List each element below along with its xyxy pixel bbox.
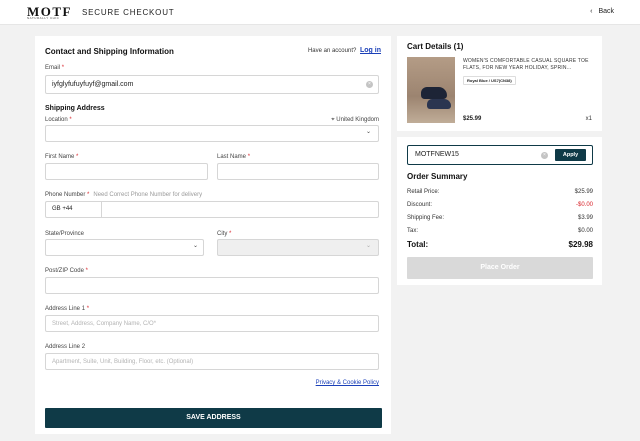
- coupon-value: MOTFNEW15: [415, 151, 459, 158]
- email-value: iyfglyfufuyfuyf@gmail.com: [52, 81, 134, 88]
- shoe-shape: [427, 99, 451, 109]
- address2-field[interactable]: Apartment, Suite, Unit, Building, Floor,…: [45, 353, 379, 370]
- back-button[interactable]: ‹ Back: [590, 8, 614, 15]
- location-label: Location *: [45, 117, 72, 123]
- address1-label-text: Address Line 1: [45, 306, 86, 312]
- cart-title: Cart Details (1): [407, 42, 464, 51]
- save-address-button[interactable]: SAVE ADDRESS: [45, 408, 382, 428]
- email-label: Email *: [45, 65, 64, 71]
- last-name-field[interactable]: [217, 163, 379, 180]
- location-pin-icon: ⌖: [331, 117, 335, 123]
- zip-label-text: Post/ZIP Code: [45, 268, 84, 274]
- chevron-down-icon: ⌄: [365, 129, 371, 135]
- summary-row-label: Shipping Fee:: [407, 215, 445, 221]
- required-mark: *: [61, 65, 65, 71]
- summary-row-value: $3.99: [577, 215, 593, 221]
- address2-label: Address Line 2: [45, 344, 86, 350]
- address1-placeholder: Street, Address, Company Name, C/O*: [52, 321, 157, 327]
- first-name-field[interactable]: [45, 163, 208, 180]
- clear-coupon-icon[interactable]: ×: [541, 152, 548, 159]
- shipping-section-title: Shipping Address: [45, 105, 105, 112]
- location-select[interactable]: ⌄: [45, 125, 379, 142]
- have-account-text: Have an account? Log in: [308, 47, 381, 54]
- order-summary-card: MOTFNEW15 × Apply Order Summary Retail P…: [397, 137, 602, 285]
- summary-row-value: $25.99: [574, 189, 593, 195]
- chevron-down-icon: ⌄: [192, 243, 198, 249]
- phone-country-code[interactable]: GB +44: [45, 201, 102, 218]
- address1-field[interactable]: Street, Address, Company Name, C/O*: [45, 315, 379, 332]
- zip-label: Post/ZIP Code *: [45, 268, 88, 274]
- location-label-text: Location: [45, 117, 68, 123]
- state-select[interactable]: ⌄: [45, 239, 204, 256]
- have-account-label: Have an account?: [307, 48, 357, 54]
- zip-field[interactable]: [45, 277, 379, 294]
- product-quantity: x1: [585, 116, 592, 122]
- page-title: SECURE CHECKOUT: [82, 8, 175, 17]
- summary-row-label: Retail Price:: [407, 189, 440, 195]
- location-country: ⌖ United Kingdom: [331, 117, 379, 124]
- phone-label: Phone Number * Need Correct Phone Number …: [45, 192, 202, 198]
- phone-label-text: Phone Number: [45, 192, 86, 198]
- contact-section-title: Contact and Shipping Information: [45, 47, 174, 56]
- first-name-label: First Name *: [45, 154, 78, 160]
- back-label: Back: [598, 8, 614, 15]
- required-mark: *: [229, 231, 232, 237]
- last-name-label-text: Last Name: [217, 154, 247, 160]
- summary-row-value: $0.00: [577, 228, 593, 234]
- city-select[interactable]: ⌄: [217, 239, 379, 256]
- coupon-field[interactable]: MOTFNEW15 × Apply: [407, 145, 593, 165]
- state-label: State/Province: [45, 231, 85, 237]
- cart-details-card: Cart Details (1) WOMEN'S COMFORTABLE CAS…: [397, 36, 602, 131]
- product-price: $25.99: [463, 116, 482, 122]
- address2-placeholder: Apartment, Suite, Unit, Building, Floor,…: [52, 359, 194, 365]
- phone-hint: Need Correct Phone Number for delivery: [93, 192, 203, 198]
- required-mark: *: [76, 154, 79, 160]
- required-mark: *: [69, 117, 72, 123]
- city-label: City *: [217, 231, 231, 237]
- required-mark: *: [87, 192, 90, 198]
- address1-label: Address Line 1 *: [45, 306, 89, 312]
- summary-row-label: Tax:: [407, 228, 419, 234]
- required-mark: *: [247, 154, 251, 160]
- product-image[interactable]: [407, 57, 455, 123]
- place-order-button[interactable]: Place Order: [407, 257, 593, 279]
- summary-row-total: Total: $29.98: [407, 240, 593, 249]
- country-text: United Kingdom: [336, 117, 379, 123]
- summary-row-label: Discount:: [407, 202, 433, 208]
- shipping-form-card: Contact and Shipping Information Have an…: [35, 36, 391, 434]
- order-summary-title: Order Summary: [407, 172, 468, 181]
- login-link[interactable]: Log in: [360, 47, 381, 54]
- summary-row-value: -$0.00: [575, 202, 593, 208]
- last-name-label: Last Name *: [217, 154, 250, 160]
- chevron-down-icon: ⌄: [365, 243, 371, 249]
- email-field[interactable]: iyfglyfufuyfuyf@gmail.com ×: [45, 75, 379, 94]
- summary-row-tax: Tax: $0.00: [407, 228, 593, 234]
- required-mark: *: [86, 306, 90, 312]
- brand-tagline: NATURALLY CHIC: [27, 16, 60, 20]
- city-label-text: City: [217, 231, 228, 237]
- total-label: Total:: [407, 240, 429, 249]
- product-name[interactable]: WOMEN'S COMFORTABLE CASUAL SQUARE TOE FL…: [463, 58, 593, 72]
- shoe-shape: [421, 87, 447, 99]
- privacy-policy-link[interactable]: Privacy & Cookie Policy: [316, 380, 379, 386]
- clear-email-icon[interactable]: ×: [366, 81, 373, 88]
- first-name-label-text: First Name: [45, 154, 75, 160]
- email-label-text: Email: [45, 65, 61, 71]
- total-value: $29.98: [568, 240, 593, 249]
- product-variant: Royal Blue / US7(CN38): [463, 76, 516, 85]
- back-arrow-icon: ‹: [590, 8, 593, 15]
- summary-row-discount: Discount: -$0.00: [407, 202, 593, 208]
- apply-coupon-button[interactable]: Apply: [555, 149, 586, 161]
- phone-field[interactable]: [101, 201, 379, 218]
- required-mark: *: [85, 268, 88, 274]
- summary-row-retail: Retail Price: $25.99: [407, 189, 593, 195]
- top-bar: MOTF NATURALLY CHIC SECURE CHECKOUT ‹ Bac…: [0, 0, 640, 25]
- summary-row-shipping: Shipping Fee: $3.99: [407, 215, 593, 221]
